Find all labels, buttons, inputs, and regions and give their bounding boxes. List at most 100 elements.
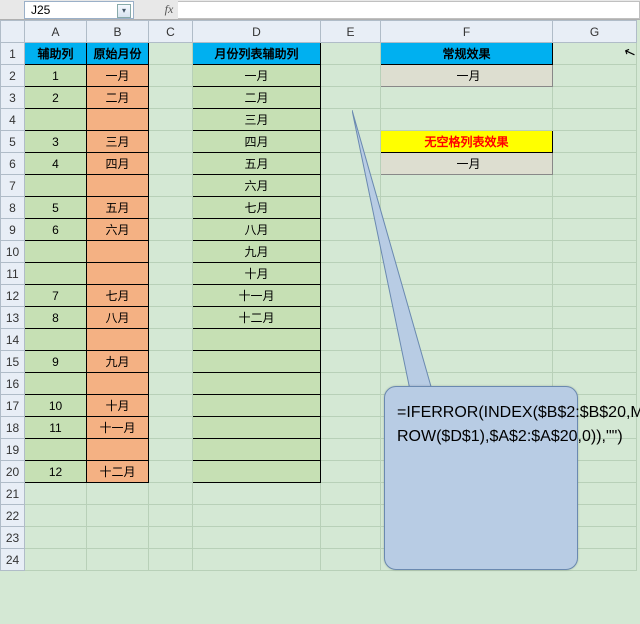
col-header-B[interactable]: B <box>87 21 149 43</box>
row-header[interactable]: 12 <box>1 285 25 307</box>
cell-C2[interactable] <box>149 65 193 87</box>
cell-D19[interactable] <box>193 439 321 461</box>
cell-A11[interactable] <box>25 263 87 285</box>
cell-A8[interactable]: 5 <box>25 197 87 219</box>
row-header[interactable]: 4 <box>1 109 25 131</box>
cell-B3[interactable]: 二月 <box>87 87 149 109</box>
cell-A7[interactable] <box>25 175 87 197</box>
cell-D4[interactable]: 三月 <box>193 109 321 131</box>
cell-D13[interactable]: 十二月 <box>193 307 321 329</box>
cell-C19[interactable] <box>149 439 193 461</box>
cell-E1[interactable] <box>321 43 381 65</box>
row-header[interactable]: 14 <box>1 329 25 351</box>
cell-B12[interactable]: 七月 <box>87 285 149 307</box>
cell-G11[interactable] <box>553 263 637 285</box>
fx-icon[interactable]: fx <box>160 2 178 17</box>
cell-C3[interactable] <box>149 87 193 109</box>
cell-B5[interactable]: 三月 <box>87 131 149 153</box>
cell-G13[interactable] <box>553 307 637 329</box>
cell-E3[interactable] <box>321 87 381 109</box>
cell-G15[interactable] <box>553 351 637 373</box>
cell-A21[interactable] <box>25 483 87 505</box>
cell-A20[interactable]: 12 <box>25 461 87 483</box>
cell-B10[interactable] <box>87 241 149 263</box>
row-header[interactable]: 21 <box>1 483 25 505</box>
col-header-F[interactable]: F <box>381 21 553 43</box>
select-all-corner[interactable] <box>1 21 25 43</box>
cell-A14[interactable] <box>25 329 87 351</box>
cell-D21[interactable] <box>193 483 321 505</box>
cell-C18[interactable] <box>149 417 193 439</box>
cell-B20[interactable]: 十二月 <box>87 461 149 483</box>
cell-G9[interactable] <box>553 219 637 241</box>
cell-D22[interactable] <box>193 505 321 527</box>
cell-B15[interactable]: 九月 <box>87 351 149 373</box>
cell-C9[interactable] <box>149 219 193 241</box>
row-header[interactable]: 19 <box>1 439 25 461</box>
cell-D6[interactable]: 五月 <box>193 153 321 175</box>
cell-C5[interactable] <box>149 131 193 153</box>
cell-B16[interactable] <box>87 373 149 395</box>
cell-B4[interactable] <box>87 109 149 131</box>
cell-A18[interactable]: 11 <box>25 417 87 439</box>
cell-G7[interactable] <box>553 175 637 197</box>
cell-G8[interactable] <box>553 197 637 219</box>
cell-A13[interactable]: 8 <box>25 307 87 329</box>
cell-C20[interactable] <box>149 461 193 483</box>
cell-C14[interactable] <box>149 329 193 351</box>
cell-B17[interactable]: 十月 <box>87 395 149 417</box>
cell-G5[interactable] <box>553 131 637 153</box>
row-header[interactable]: 1 <box>1 43 25 65</box>
cell-D12[interactable]: 十一月 <box>193 285 321 307</box>
cell-C1[interactable] <box>149 43 193 65</box>
row-header[interactable]: 2 <box>1 65 25 87</box>
cell-D17[interactable] <box>193 395 321 417</box>
row-header[interactable]: 3 <box>1 87 25 109</box>
cell-D1[interactable]: 月份列表辅助列 <box>193 43 321 65</box>
row-header[interactable]: 5 <box>1 131 25 153</box>
cell-D5[interactable]: 四月 <box>193 131 321 153</box>
cell-A15[interactable]: 9 <box>25 351 87 373</box>
cell-B9[interactable]: 六月 <box>87 219 149 241</box>
cell-A3[interactable]: 2 <box>25 87 87 109</box>
cell-B21[interactable] <box>87 483 149 505</box>
cell-B19[interactable] <box>87 439 149 461</box>
cell-B8[interactable]: 五月 <box>87 197 149 219</box>
cell-D2[interactable]: 一月 <box>193 65 321 87</box>
cell-E19[interactable] <box>321 439 381 461</box>
cell-G6[interactable] <box>553 153 637 175</box>
cell-F2[interactable]: 一月 <box>381 65 553 87</box>
cell-G3[interactable] <box>553 87 637 109</box>
cell-C6[interactable] <box>149 153 193 175</box>
cell-B1[interactable]: 原始月份 <box>87 43 149 65</box>
cell-D11[interactable]: 十月 <box>193 263 321 285</box>
col-header-C[interactable]: C <box>149 21 193 43</box>
cell-B6[interactable]: 四月 <box>87 153 149 175</box>
cell-D23[interactable] <box>193 527 321 549</box>
cell-C16[interactable] <box>149 373 193 395</box>
row-header[interactable]: 18 <box>1 417 25 439</box>
cell-B7[interactable] <box>87 175 149 197</box>
cell-F3[interactable] <box>381 87 553 109</box>
row-header[interactable]: 9 <box>1 219 25 241</box>
cell-G12[interactable] <box>553 285 637 307</box>
cell-G2[interactable] <box>553 65 637 87</box>
cell-A12[interactable]: 7 <box>25 285 87 307</box>
cell-E2[interactable] <box>321 65 381 87</box>
row-header[interactable]: 15 <box>1 351 25 373</box>
row-header[interactable]: 22 <box>1 505 25 527</box>
cell-D10[interactable]: 九月 <box>193 241 321 263</box>
cell-A2[interactable]: 1 <box>25 65 87 87</box>
cell-C13[interactable] <box>149 307 193 329</box>
col-header-E[interactable]: E <box>321 21 381 43</box>
cell-E22[interactable] <box>321 505 381 527</box>
cell-C23[interactable] <box>149 527 193 549</box>
col-header-D[interactable]: D <box>193 21 321 43</box>
row-header[interactable]: 13 <box>1 307 25 329</box>
row-header[interactable]: 6 <box>1 153 25 175</box>
cell-B13[interactable]: 八月 <box>87 307 149 329</box>
col-header-A[interactable]: A <box>25 21 87 43</box>
cell-G4[interactable] <box>553 109 637 131</box>
cell-A1[interactable]: 辅助列 <box>25 43 87 65</box>
cell-B11[interactable] <box>87 263 149 285</box>
